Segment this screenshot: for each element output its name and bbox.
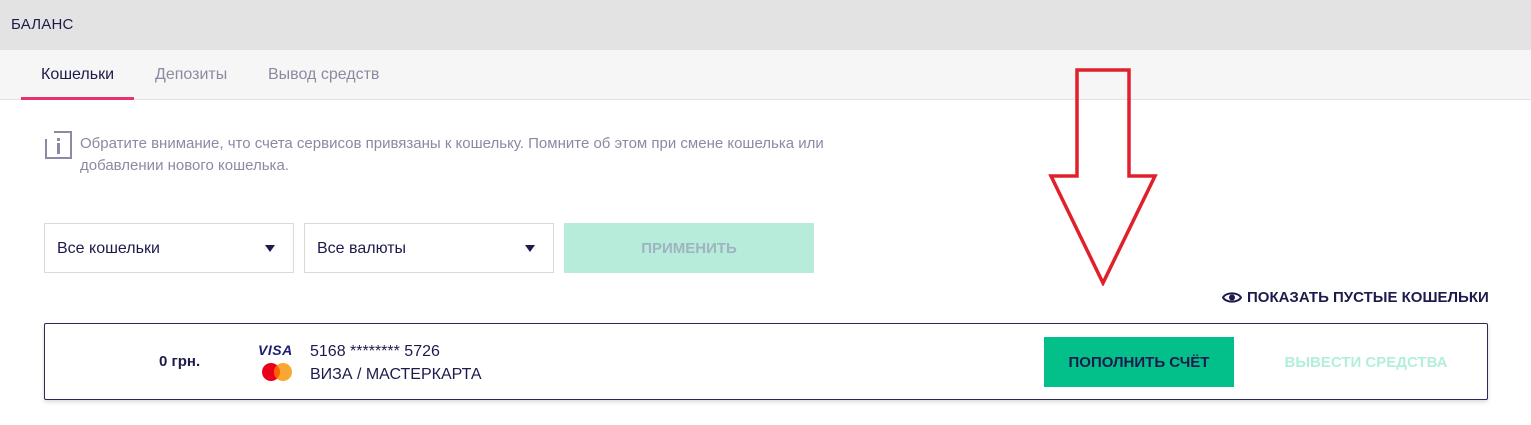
caret-down-icon	[265, 245, 275, 252]
wallet-amount: 0 грн.	[159, 353, 201, 370]
page-title: БАЛАНС	[11, 16, 74, 33]
apply-button[interactable]: ПРИМЕНИТЬ	[564, 223, 814, 273]
card-type: ВИЗА / МАСТЕРКАРТА	[310, 366, 482, 383]
active-tab-indicator	[21, 97, 134, 100]
info-icon	[45, 131, 72, 159]
show-empty-wallets-label: ПОКАЗАТЬ ПУСТЫЕ КОШЕЛЬКИ	[1247, 289, 1489, 306]
notice-text: Обратите внимание, что счета сервисов пр…	[80, 135, 824, 174]
currency-select-value: Все валюты	[317, 240, 407, 257]
tabs-bar: Кошельки Депозиты Вывод средств	[0, 50, 1531, 100]
wallet-row: 0 грн. VISA 5168 ******** 5726 ВИЗА / МА…	[44, 323, 1488, 400]
annotation-arrow-down-icon	[1048, 68, 1158, 286]
wallet-select-value: Все кошельки	[57, 240, 160, 257]
mastercard-icon	[262, 363, 292, 381]
tab-withdrawal[interactable]: Вывод средств	[268, 66, 379, 84]
card-number: 5168 ******** 5726	[310, 343, 440, 360]
page-header: БАЛАНС	[0, 0, 1531, 50]
caret-down-icon	[525, 245, 535, 252]
visa-logo: VISA	[258, 342, 293, 358]
wallet-select[interactable]: Все кошельки	[44, 223, 294, 273]
tab-wallets[interactable]: Кошельки	[41, 66, 114, 84]
eye-icon	[1222, 292, 1242, 303]
currency-select[interactable]: Все валюты	[304, 223, 554, 273]
tab-deposits[interactable]: Депозиты	[155, 66, 227, 84]
withdraw-button[interactable]: ВЫВЕСТИ СРЕДСТВА	[1261, 337, 1471, 387]
top-up-button[interactable]: ПОПОЛНИТЬ СЧЁТ	[1044, 337, 1234, 387]
